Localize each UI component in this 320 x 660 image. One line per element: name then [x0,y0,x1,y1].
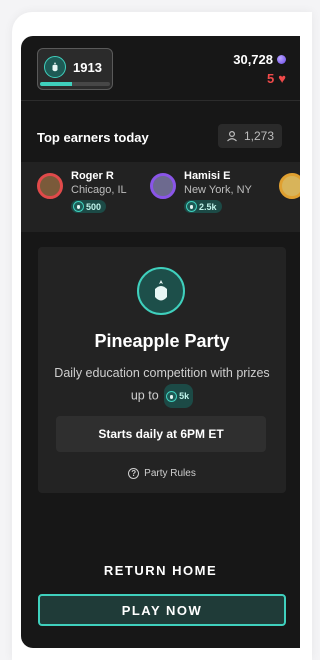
top-earners-list: Roger R Chicago, IL 500 Hamisi E New Yor… [21,162,300,232]
earner-city: New York, NY [184,184,252,196]
avatar [150,173,176,199]
earner-name: Hamisi E [184,170,231,182]
gems-count: 30,728 [233,52,273,67]
pineapple-logo-icon [137,267,185,315]
event-description-text: Daily education competition with prizes … [54,366,270,403]
prize-amount: 5k [179,391,190,401]
score-value: 1913 [73,59,102,75]
pineapple-icon [166,390,178,402]
return-home-button[interactable]: RETURN HOME [21,563,300,578]
players-count: 1,273 [243,129,274,143]
pineapple-icon [186,201,197,212]
earner-city: Chicago, IL [71,184,127,196]
earner-prize-badge: 500 [71,200,107,213]
earner-item-partial[interactable] [279,170,300,199]
person-icon [227,130,237,142]
party-rules-link[interactable]: ? Party Rules [38,468,286,479]
schedule-box: Starts daily at 6PM ET [56,416,266,452]
players-count-pill: 1,273 [217,124,282,148]
pineapple-icon [44,56,66,78]
score-progress-fill [40,82,72,86]
help-icon: ? [128,468,140,479]
schedule-text: Starts daily at 6PM ET [98,427,224,441]
gem-icon [277,55,286,64]
earner-name: Roger R [71,170,114,182]
avatar [279,173,300,199]
score-badge[interactable]: 1913 [37,48,113,90]
score-progress-bar [40,82,110,86]
pineapple-icon [73,201,84,212]
earner-prize-badge: 2.5k [184,200,222,213]
heart-icon: ♥ [278,71,286,86]
earner-prize: 500 [86,201,102,212]
earner-prize: 2.5k [199,201,217,212]
play-now-button[interactable]: PLAY NOW [38,594,286,626]
lives-count: 5 [267,71,275,86]
currency-stats: 30,728 5 ♥ [233,52,286,86]
event-card: Pineapple Party Daily education competit… [38,247,286,493]
event-description: Daily education competition with prizes … [50,362,274,408]
app-screen: 1913 30,728 5 ♥ Top earners today 1,273 … [21,36,300,648]
avatar [37,173,63,199]
earner-item[interactable]: Roger R Chicago, IL 500 [37,170,127,215]
top-earners-title: Top earners today [37,130,149,145]
header-divider [21,100,300,101]
event-title: Pineapple Party [94,331,230,351]
earner-item[interactable]: Hamisi E New York, NY 2.5k [150,170,252,215]
prize-badge: 5k [164,384,194,408]
party-rules-label: Party Rules [144,468,196,479]
